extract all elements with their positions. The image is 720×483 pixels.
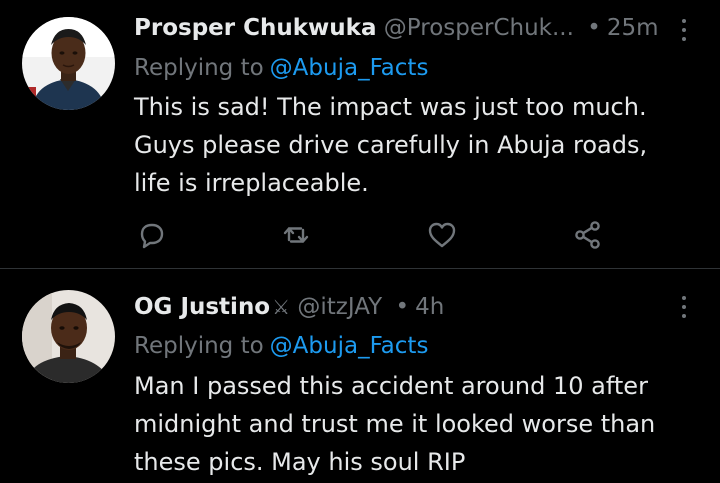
- avatar[interactable]: [22, 17, 115, 110]
- tweet-header: OG Justino ⚔ @itzJAY • 4h: [134, 292, 444, 322]
- tweet-body: This is sad! The impact was just too muc…: [134, 88, 694, 202]
- avatar-image: [22, 290, 115, 383]
- tweet-actions: [0, 218, 720, 252]
- replying-to-label: Replying to: [134, 333, 264, 359]
- tweet-body-line: midnight and trust me it looked worse th…: [134, 410, 656, 438]
- replying-to-label: Replying to: [134, 55, 264, 81]
- tweet[interactable]: Prosper Chukwuka @ProsperChuk... • 25m Re…: [0, 0, 720, 268]
- tweet-divider: [0, 268, 720, 269]
- replying-to-line: Replying to @Abuja_Facts: [134, 53, 428, 83]
- reply-icon[interactable]: [134, 218, 168, 252]
- tweet-body-line: life is irreplaceable.: [134, 169, 369, 197]
- like-icon[interactable]: [425, 218, 459, 252]
- tweet-body-line: Guys please drive carefully in Abuja roa…: [134, 131, 648, 159]
- tweet-body: Man I passed this accident around 10 aft…: [134, 367, 694, 481]
- replying-to-link[interactable]: @Abuja_Facts: [270, 333, 429, 359]
- replying-to-line: Replying to @Abuja_Facts: [134, 331, 428, 361]
- tweet[interactable]: OG Justino ⚔ @itzJAY • 4h Replying to @Abuj…: [0, 270, 720, 483]
- separator-dot: •: [395, 294, 410, 320]
- replying-to-link[interactable]: @Abuja_Facts: [270, 55, 429, 81]
- retweet-icon[interactable]: [279, 218, 313, 252]
- user-handle[interactable]: @ProsperChuk...: [384, 15, 574, 41]
- more-options-icon[interactable]: [678, 294, 690, 320]
- display-name[interactable]: Prosper Chukwuka: [134, 15, 376, 41]
- separator-dot: •: [587, 15, 601, 41]
- more-options-icon[interactable]: [678, 17, 690, 43]
- timestamp[interactable]: 25m: [607, 15, 659, 41]
- timestamp[interactable]: 4h: [415, 294, 444, 320]
- display-name[interactable]: OG Justino: [134, 294, 270, 320]
- tweet-header: Prosper Chukwuka @ProsperChuk... • 25m: [134, 13, 659, 43]
- share-icon[interactable]: [571, 218, 605, 252]
- avatar[interactable]: [22, 290, 115, 383]
- user-handle[interactable]: @itzJAY: [297, 294, 382, 320]
- crossed-swords-icon: ⚔: [272, 295, 291, 319]
- avatar-image: [22, 17, 115, 110]
- tweet-body-line: these pics. May his soul RIP: [134, 448, 466, 476]
- tweet-body-line: This is sad! The impact was just too muc…: [134, 93, 647, 121]
- tweet-feed: Prosper Chukwuka @ProsperChuk... • 25m Re…: [0, 0, 720, 483]
- tweet-body-line: Man I passed this accident around 10 aft…: [134, 372, 648, 400]
